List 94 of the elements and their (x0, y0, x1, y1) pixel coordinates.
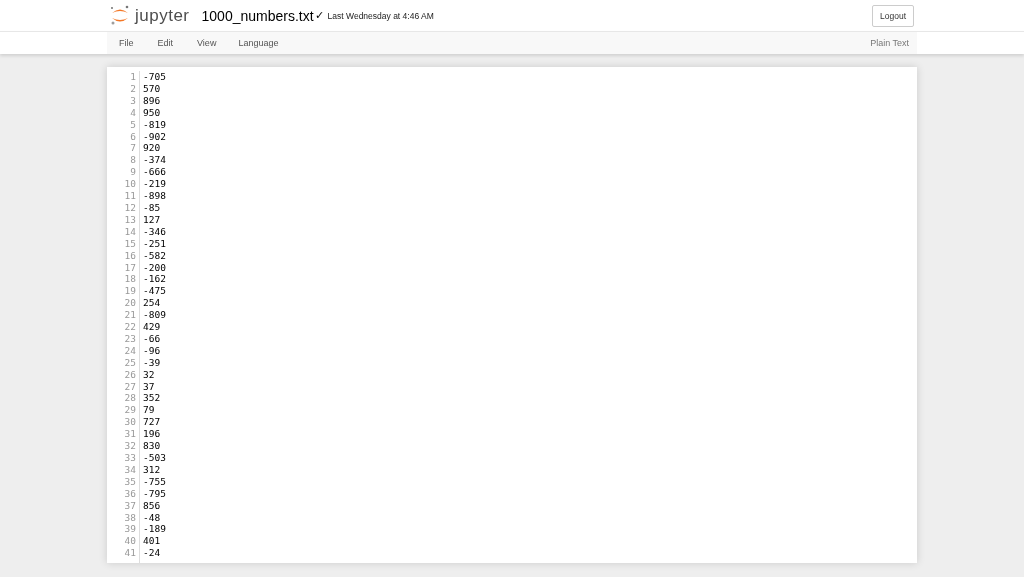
code-line: -809 (143, 309, 166, 322)
line-number: 2 (129, 82, 136, 95)
code-line: -795 (143, 487, 166, 500)
code-line: 32 (143, 368, 156, 381)
code-line: -374 (143, 154, 166, 167)
code-line: -705 (143, 71, 166, 83)
menu-item[interactable]: File (119, 38, 134, 48)
line-number: 12 (123, 201, 136, 214)
line-number: 32 (123, 440, 136, 452)
line-number: 3 (129, 94, 136, 107)
code-line: 950 (143, 106, 162, 119)
code-line: -346 (143, 225, 166, 238)
line-number: 4 (129, 106, 136, 119)
line-number: 16 (123, 249, 136, 262)
code-line: -39 (143, 356, 162, 369)
line-number: 24 (123, 344, 136, 357)
line-number: 40 (123, 535, 136, 548)
code-line: -666 (143, 166, 166, 179)
code-line: -200 (143, 261, 166, 274)
line-number: 1 (129, 71, 136, 83)
code-line: 127 (143, 213, 162, 226)
logout-button[interactable]: Logout (872, 4, 914, 27)
line-number: 8 (129, 154, 136, 167)
line-number: 17 (123, 261, 136, 274)
line-number: 37 (123, 499, 136, 512)
line-number: 18 (123, 273, 136, 286)
filename[interactable]: 1000_numbers.txt (201, 7, 314, 24)
line-number: 41 (123, 547, 136, 560)
menu-item[interactable]: Edit (157, 38, 174, 48)
code-line: -85 (143, 201, 162, 214)
line-number: 33 (123, 452, 136, 464)
logo-text: jupyter (135, 5, 190, 26)
code-line: 196 (143, 428, 162, 441)
code-line: -219 (143, 178, 166, 191)
line-number: 34 (123, 463, 136, 476)
code-line: 352 (143, 392, 162, 405)
line-number: 23 (123, 332, 136, 345)
line-number: 10 (123, 178, 136, 191)
code-line: -66 (143, 332, 162, 345)
line-number: 5 (129, 118, 136, 131)
line-number: 35 (123, 475, 136, 488)
menu-item[interactable]: Language (238, 38, 279, 48)
code-line: -475 (143, 285, 166, 298)
line-number: 6 (129, 130, 136, 143)
code-line: -189 (143, 523, 166, 536)
code-line: 570 (143, 82, 162, 95)
code-line: 37 (143, 380, 156, 393)
line-number: 30 (123, 416, 136, 429)
line-number: 14 (123, 225, 136, 238)
line-number: 9 (129, 166, 136, 179)
line-number: 31 (123, 428, 136, 441)
code-line: 254 (143, 297, 162, 310)
menu-item[interactable]: View (197, 38, 217, 48)
code-line: -24 (143, 547, 162, 560)
line-number: 22 (123, 321, 136, 333)
code-line: -503 (143, 452, 166, 464)
code-line: 830 (143, 440, 162, 452)
last-saved-text: Last Wednesday at 4:46 AM (327, 10, 434, 21)
code-line: -819 (143, 118, 166, 131)
line-number: 7 (129, 142, 136, 155)
code-line: -755 (143, 475, 166, 488)
saved-check-icon: ✓ (314, 9, 324, 22)
code-line: -898 (143, 190, 166, 202)
line-number: 27 (123, 380, 136, 393)
code-line: 401 (143, 535, 162, 548)
line-number: 15 (123, 237, 136, 250)
code-line: -902 (143, 130, 166, 143)
code-line: 920 (143, 142, 162, 155)
line-number: 38 (123, 511, 136, 524)
code-line: -48 (143, 511, 162, 524)
line-number: 26 (123, 368, 136, 381)
code-line: -251 (143, 237, 166, 250)
text-editor[interactable] (107, 67, 917, 563)
code-line: -96 (143, 344, 162, 357)
code-line: -582 (143, 249, 166, 262)
line-number: 29 (123, 404, 136, 417)
line-number: 20 (123, 297, 136, 310)
code-line: 856 (143, 499, 162, 512)
code-line: 79 (143, 404, 156, 417)
code-line: -162 (143, 273, 166, 286)
line-number: 39 (123, 523, 136, 536)
line-number: 25 (123, 356, 136, 369)
code-line: 896 (143, 94, 162, 107)
line-number: 19 (123, 285, 136, 298)
line-number: 36 (123, 487, 136, 500)
jupyter-logo-icon (109, 3, 131, 26)
code-line: 727 (143, 416, 162, 429)
line-number: 28 (123, 392, 136, 405)
line-number: 13 (123, 213, 136, 226)
language-mode-indicator[interactable]: Plain Text (870, 38, 909, 48)
code-line: 429 (143, 321, 162, 333)
line-number: 21 (123, 309, 136, 322)
code-line: 312 (143, 463, 162, 476)
line-number: 11 (123, 190, 136, 202)
